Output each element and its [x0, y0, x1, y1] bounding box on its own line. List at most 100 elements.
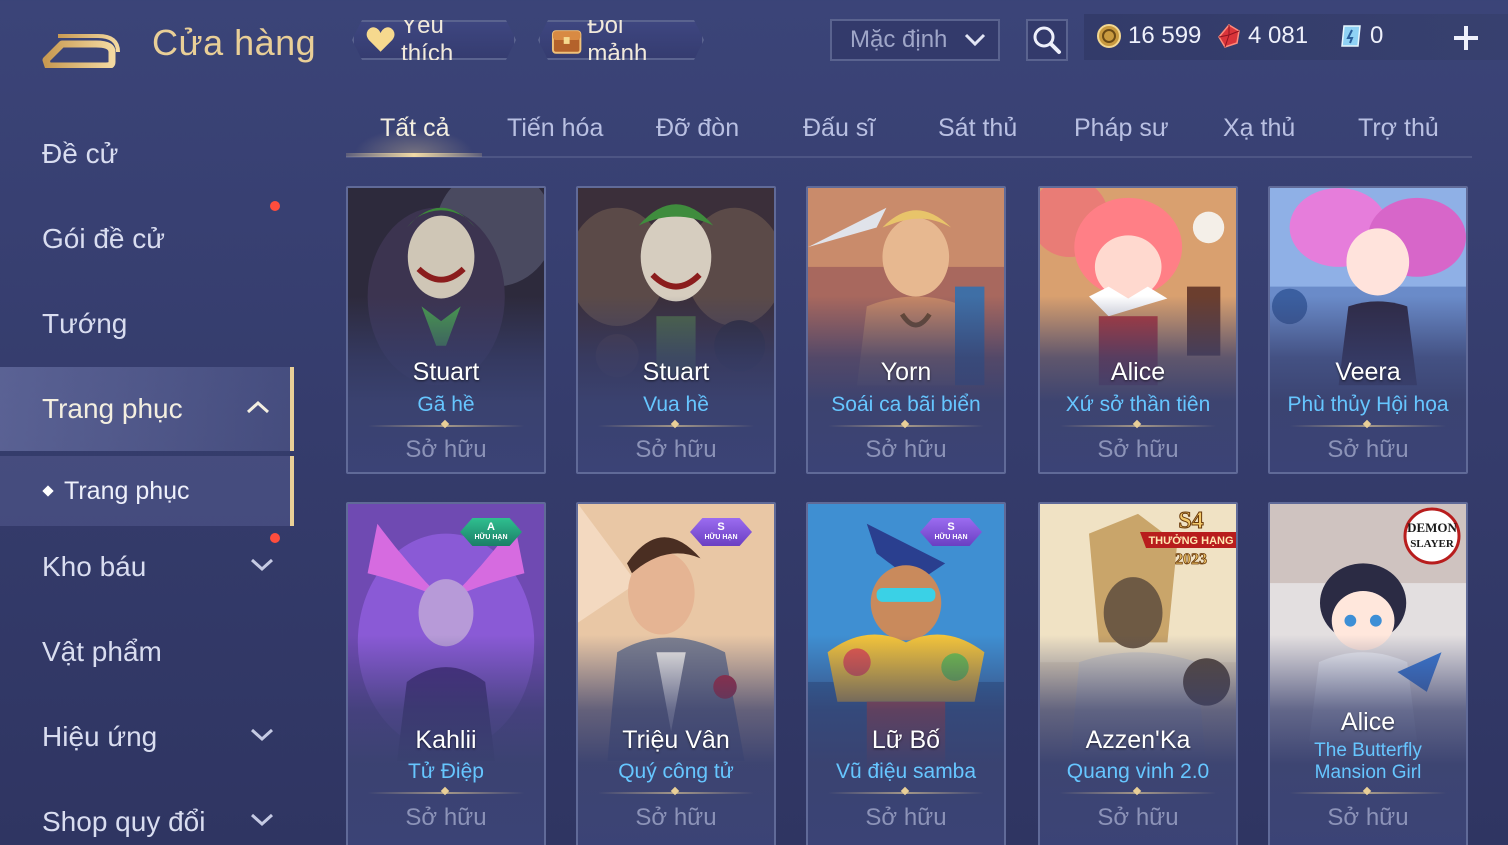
- sidebar-subitem-label: Trang phục: [64, 476, 190, 505]
- ownership-status: Sở hữu: [405, 804, 487, 831]
- chevron-down-icon: [250, 728, 274, 742]
- favorite-button[interactable]: Yêu thích: [352, 20, 516, 60]
- ownership-status: Sở hữu: [405, 436, 487, 463]
- logo-bottom-text: SLAYER: [1410, 538, 1455, 550]
- role-tabs: Tất cả Tiến hóa Đỡ đòn Đấu sĩ Sát thủ Ph…: [346, 104, 1472, 158]
- ownership-status: Sở hữu: [1097, 436, 1179, 463]
- hero-name: Azzen'Ka: [1085, 726, 1191, 754]
- tab-support[interactable]: Trợ thủ: [1358, 114, 1439, 143]
- ownership-status: Sở hữu: [865, 436, 947, 463]
- search-button[interactable]: [1026, 19, 1068, 61]
- emblem-top-text: S4: [1178, 508, 1203, 534]
- sidebar-item-heroes[interactable]: Tướng: [0, 282, 294, 366]
- limited-rank-badge: A HỮU HẠN: [460, 518, 522, 546]
- skin-name: Vũ điệu samba: [835, 760, 977, 783]
- diamond-bullet-icon: [42, 485, 54, 497]
- skin-card[interactable]: A HỮU HẠN Kahlii Tử Điệp Sở hữu: [346, 502, 546, 845]
- add-currency-icon[interactable]: [1450, 22, 1482, 54]
- chevron-down-icon: [250, 558, 274, 572]
- skin-card[interactable]: Veera Phù thủy Hội họa Sở hữu: [1268, 186, 1468, 474]
- skin-card[interactable]: Stuart Gã hề Sở hữu: [346, 186, 546, 474]
- hero-name: Triệu Vân: [622, 726, 730, 754]
- rank-reward-emblem: S4 THƯỞNG HẠNG 2023: [1140, 508, 1236, 568]
- chevron-down-icon: [964, 33, 986, 47]
- tab-evolution[interactable]: Tiến hóa: [507, 114, 603, 143]
- gold-balance: 16 599: [1096, 22, 1201, 50]
- back-arrow-icon[interactable]: [40, 22, 120, 68]
- heart-icon: [364, 23, 397, 57]
- hero-name: Alice: [1110, 358, 1166, 386]
- badge-rank: S: [947, 521, 955, 533]
- card-divider: [1290, 792, 1446, 794]
- hero-name: Kahlii: [415, 726, 477, 754]
- sidebar-item-label: Gói đề cử: [42, 223, 166, 254]
- search-icon: [1033, 26, 1061, 54]
- chevron-up-icon: [246, 400, 270, 414]
- skin-card[interactable]: S HỮU HẠN Lữ Bố Vũ điệu samba Sở hữu: [806, 502, 1006, 845]
- sidebar-item-featured[interactable]: Đề cử: [0, 112, 294, 196]
- skin-grid: Stuart Gã hề Sở hữu Stuart Vua hề Sở hữu: [346, 186, 1472, 845]
- emblem-bottom-text: 2023: [1175, 551, 1207, 568]
- sidebar-item-effects[interactable]: Hiệu ứng: [0, 695, 294, 779]
- hero-name: Veera: [1335, 358, 1401, 386]
- shard-exchange-button[interactable]: Đổi mảnh: [538, 20, 704, 60]
- skin-name: Soái ca bãi biển: [831, 393, 981, 416]
- skin-name: Quang vinh 2.0: [1066, 760, 1210, 783]
- shard-exchange-label: Đổi mảnh: [587, 12, 648, 67]
- sort-dropdown[interactable]: Mặc định: [830, 19, 1000, 61]
- sidebar-item-treasure[interactable]: Kho báu: [0, 525, 294, 609]
- skin-name: The Butterfly Mansion Girl: [1314, 740, 1422, 783]
- active-tab-underline: [346, 153, 482, 157]
- favorite-label: Yêu thích: [401, 12, 454, 67]
- skin-card[interactable]: Stuart Vua hề Sở hữu: [576, 186, 776, 474]
- badge-rank: S: [717, 521, 725, 533]
- tab-mage[interactable]: Pháp sư: [1074, 114, 1169, 143]
- skin-name: Tử Điệp: [408, 760, 484, 783]
- sidebar-item-label: Hiệu ứng: [42, 721, 158, 752]
- ticket-balance: 0: [1338, 22, 1383, 50]
- ticket-amount: 0: [1370, 22, 1384, 49]
- card-divider: [1060, 425, 1216, 427]
- notification-dot: [270, 533, 280, 543]
- ownership-status: Sở hữu: [635, 436, 717, 463]
- skin-name: Quý công tử: [618, 760, 734, 783]
- skin-name: Gã hề: [417, 393, 475, 416]
- sidebar-item-bundles[interactable]: Gói đề cử: [0, 197, 294, 281]
- tab-tank[interactable]: Đỡ đòn: [656, 114, 739, 143]
- sidebar: Đề cử Gói đề cử Tướng Trang phục Trang p…: [0, 100, 294, 845]
- ruby-amount: 4 081: [1248, 22, 1309, 49]
- skin-card[interactable]: DEMON SLAYER Alice The Butterfly Mansion…: [1268, 502, 1468, 845]
- notification-dot: [270, 201, 280, 211]
- ruby-icon: [1218, 24, 1240, 48]
- card-divider: [368, 792, 524, 794]
- card-divider: [828, 792, 984, 794]
- currency-bar: 16 599 4 081 0: [1084, 14, 1508, 60]
- tab-fighter[interactable]: Đấu sĩ: [803, 114, 875, 143]
- gold-coin-icon: [1097, 24, 1121, 48]
- sidebar-item-exchange-shop[interactable]: Shop quy đổi: [0, 780, 294, 845]
- sidebar-item-skins[interactable]: Trang phục: [0, 367, 294, 451]
- sidebar-subitem-skins[interactable]: Trang phục: [0, 456, 294, 526]
- hero-name: Yorn: [880, 358, 932, 386]
- top-bar: Cửa hàng Yêu thích Đổi mảnh Mặc định 16 …: [0, 0, 1508, 80]
- badge-label: HỮU HẠN: [934, 534, 968, 541]
- badge-rank: A: [487, 521, 495, 533]
- limited-rank-badge: S HỮU HẠN: [690, 518, 752, 546]
- tab-all[interactable]: Tất cả: [380, 114, 449, 143]
- tab-assassin[interactable]: Sát thủ: [938, 114, 1017, 143]
- hero-name: Stuart: [412, 358, 480, 386]
- skin-card[interactable]: S4 THƯỞNG HẠNG 2023 Azzen'Ka Quang vinh …: [1038, 502, 1238, 845]
- skin-name: Phù thủy Hội họa: [1287, 393, 1449, 416]
- ownership-status: Sở hữu: [635, 804, 717, 831]
- skin-card[interactable]: S HỮU HẠN Triệu Vân Quý công tử Sở hữu: [576, 502, 776, 845]
- ticket-icon: [1341, 25, 1361, 47]
- skin-card[interactable]: Alice Xứ sở thần tiên Sở hữu: [1038, 186, 1238, 474]
- sidebar-item-label: Vật phẩm: [42, 636, 162, 667]
- ownership-status: Sở hữu: [865, 804, 947, 831]
- card-divider: [1290, 425, 1446, 427]
- tab-marksman[interactable]: Xạ thủ: [1223, 114, 1295, 143]
- badge-label: HỮU HẠN: [474, 534, 508, 541]
- skin-card[interactable]: Yorn Soái ca bãi biển Sở hữu: [806, 186, 1006, 474]
- sidebar-item-items[interactable]: Vật phẩm: [0, 610, 294, 694]
- card-divider: [1060, 792, 1216, 794]
